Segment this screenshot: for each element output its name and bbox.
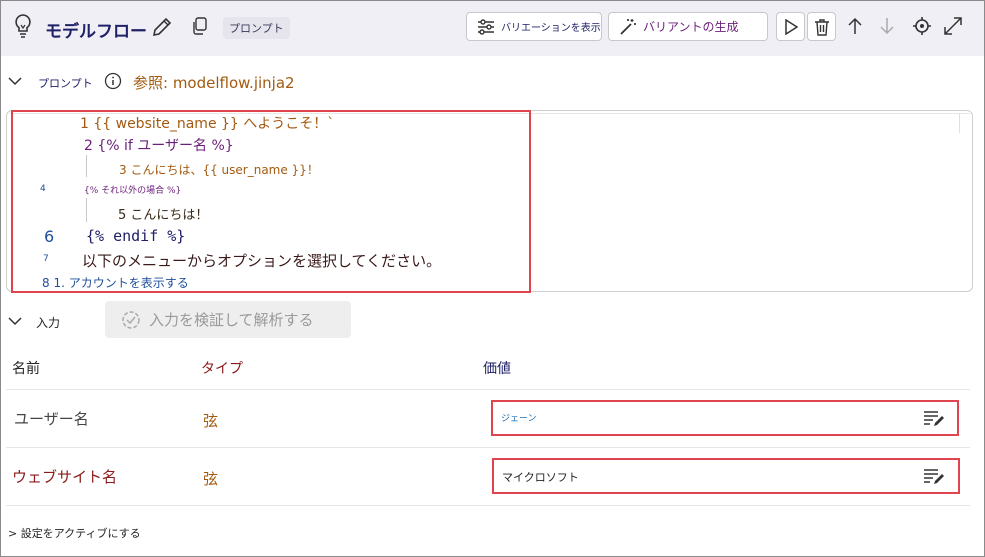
row-divider <box>6 447 970 448</box>
row-divider <box>6 505 970 506</box>
edit-text-icon[interactable] <box>923 410 945 428</box>
row-1-value: ジェーン <box>501 414 537 424</box>
row-2-type: 弦 <box>203 470 219 488</box>
code-line-8: 8 1. アカウントを表示する <box>42 276 189 290</box>
reference-file: 参照: modelflow.jinja2 <box>133 74 295 92</box>
lightbulb-icon <box>13 13 33 39</box>
magic-wand-icon <box>619 18 637 36</box>
editor-scroll-divider <box>959 113 960 133</box>
column-header-type: タイプ <box>201 361 243 377</box>
activate-settings-link[interactable]: > 設定をアクティブにする <box>8 525 141 541</box>
prompt-badge: プロンプト <box>223 17 290 39</box>
play-icon <box>784 18 798 35</box>
row-1-value-field[interactable]: ジェーン <box>491 400 959 436</box>
info-icon[interactable] <box>104 72 122 90</box>
row-1-type: 弦 <box>203 412 219 430</box>
run-button[interactable] <box>776 12 805 41</box>
header-bar: モデルフロー プロンプト バリエーションを表示 バリアントの生成 <box>1 1 984 56</box>
prompt-section-label: プロンプト <box>38 77 93 90</box>
shield-check-icon <box>121 310 141 330</box>
trash-icon <box>814 18 830 36</box>
code-line-5: 5 こんにちは！ <box>118 208 209 223</box>
line-number-7: 7 <box>43 254 49 264</box>
chevron-down-icon[interactable] <box>8 76 22 86</box>
code-line-6: {% endif %} <box>86 227 186 245</box>
copy-icon[interactable] <box>192 17 208 35</box>
arrow-up-icon[interactable] <box>847 17 863 35</box>
sliders-icon <box>477 18 495 35</box>
line-number-6: 6 <box>44 227 55 246</box>
row-1-name: ユーザー名 <box>14 410 89 428</box>
code-line-7: 以下のメニューからオプションを選択してください。 <box>82 252 442 270</box>
row-divider <box>6 389 970 390</box>
indent-guide-2 <box>86 198 87 222</box>
row-2-value-field[interactable]: マイクロソフト <box>492 458 960 494</box>
code-line-1: 1 {{ website_name }} へようこそ！` <box>80 116 335 132</box>
page-title: モデルフロー <box>45 22 147 42</box>
code-line-3: 3 こんにちは、{{ user_name }}！ <box>119 163 319 177</box>
edit-text-icon[interactable] <box>923 468 945 486</box>
generate-variants-button[interactable]: バリアントの生成 <box>608 12 768 41</box>
delete-button[interactable] <box>807 12 836 41</box>
row-2-value: マイクロソフト <box>502 471 579 484</box>
expand-icon[interactable] <box>943 16 963 36</box>
column-header-name: 名前 <box>12 361 40 377</box>
input-section-label: 入力 <box>36 316 61 330</box>
validate-parse-button[interactable]: 入力を検証して解析する <box>105 301 351 338</box>
validate-parse-label: 入力を検証して解析する <box>149 311 314 329</box>
target-icon[interactable] <box>912 16 932 36</box>
pencil-icon[interactable] <box>151 16 171 38</box>
row-2-name: ウェブサイト名 <box>12 468 118 486</box>
view-variations-button[interactable]: バリエーションを表示 <box>466 12 602 41</box>
indent-guide <box>86 155 87 177</box>
generate-variants-label: バリアントの生成 <box>643 20 739 34</box>
arrow-down-icon[interactable] <box>879 17 895 35</box>
chevron-down-icon-inputs[interactable] <box>8 316 22 326</box>
code-line-4: {% それ以外の場合 %} <box>84 186 182 196</box>
code-line-2: 2 {% if ユーザー名 %} <box>84 138 234 154</box>
line-number-4: 4 <box>40 184 46 194</box>
view-variations-label: バリエーションを表示 <box>501 23 601 34</box>
column-header-value: 価値 <box>483 361 511 377</box>
